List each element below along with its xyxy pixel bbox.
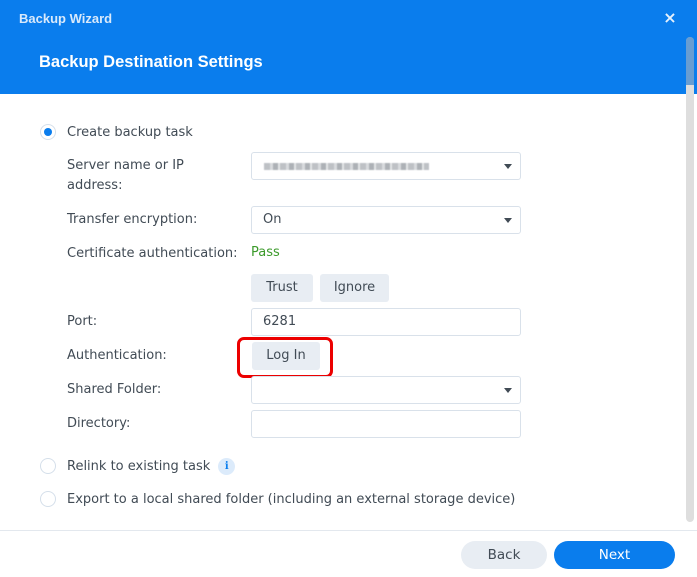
server-address-dropdown[interactable] [251, 152, 521, 180]
transfer-encryption-dropdown[interactable]: On [251, 206, 521, 234]
radio-button-checked[interactable] [40, 124, 56, 140]
scrollbar[interactable] [686, 37, 694, 522]
footer-divider [0, 530, 697, 531]
back-button[interactable]: Back [461, 541, 547, 569]
trust-button[interactable]: Trust [251, 274, 313, 302]
chevron-down-icon [504, 388, 512, 393]
server-label-line2: address: [67, 178, 123, 193]
certificate-label: Certificate authentication: [67, 246, 238, 261]
chevron-down-icon [504, 164, 512, 169]
chevron-down-icon [504, 218, 512, 223]
info-icon[interactable]: i [218, 457, 236, 475]
radio-label: Export to a local shared folder (includi… [67, 491, 516, 507]
server-label-line1: Server name or IP [67, 158, 184, 173]
scrollbar-thumb[interactable] [686, 37, 694, 85]
port-label: Port: [67, 314, 98, 329]
encryption-value: On [263, 212, 282, 227]
shared-folder-label: Shared Folder: [67, 382, 162, 397]
radio-label: Relink to existing task [67, 458, 211, 474]
radio-create-backup-task[interactable]: Create backup task [40, 122, 193, 142]
authentication-label: Authentication: [67, 348, 167, 363]
radio-export-local-shared-folder[interactable]: Export to a local shared folder (includi… [40, 489, 515, 509]
directory-label: Directory: [67, 416, 131, 431]
radio-button[interactable] [40, 491, 56, 507]
close-icon[interactable]: × [660, 8, 680, 28]
encryption-label: Transfer encryption: [67, 212, 198, 227]
next-button[interactable]: Next [554, 541, 675, 569]
radio-relink-existing-task[interactable]: Relink to existing task i [40, 456, 236, 476]
port-input[interactable]: 6281 [251, 308, 521, 336]
page-title: Backup Destination Settings [39, 53, 263, 71]
highlight-annotation [237, 337, 333, 378]
ignore-button[interactable]: Ignore [320, 274, 389, 302]
directory-input[interactable] [251, 410, 521, 438]
radio-label: Create backup task [67, 124, 193, 140]
port-value: 6281 [263, 314, 297, 329]
wizard-header: Backup Wizard × Backup Destination Setti… [0, 0, 697, 94]
radio-button[interactable] [40, 458, 56, 474]
server-address-value-redacted [264, 163, 429, 170]
certificate-status: Pass [251, 245, 280, 260]
shared-folder-dropdown[interactable] [251, 376, 521, 404]
server-label: Server name or IP address: [67, 156, 184, 196]
window-title: Backup Wizard [19, 11, 113, 26]
